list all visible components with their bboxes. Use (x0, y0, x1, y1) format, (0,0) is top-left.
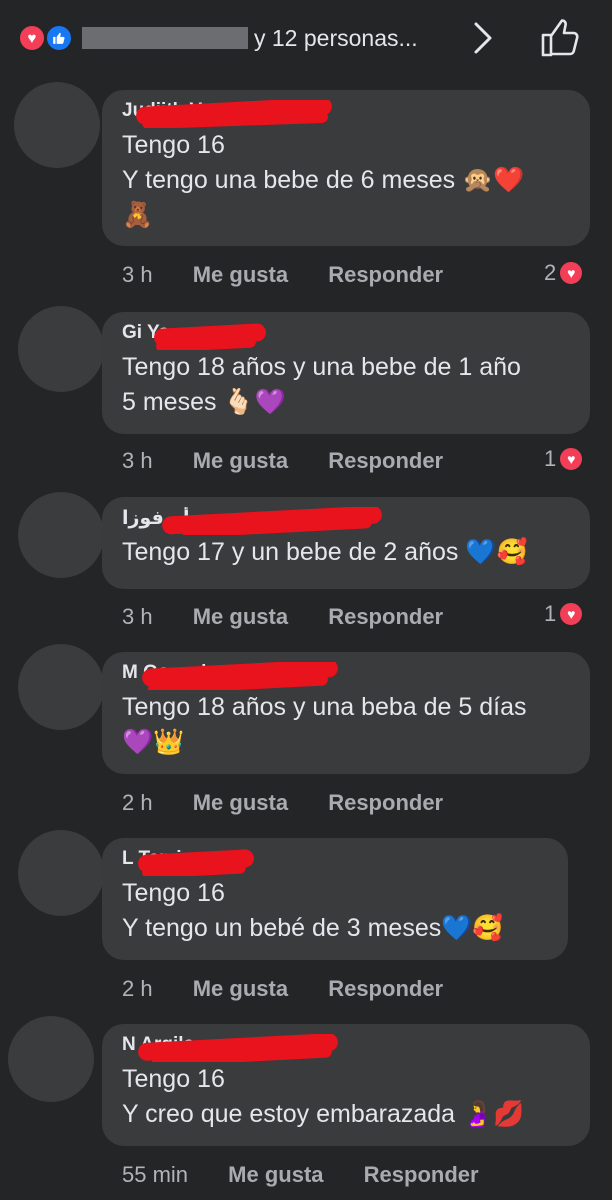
heart-icon: ♥ (558, 446, 585, 472)
comment-time: 2 h (122, 790, 153, 815)
comment-time: 2 h (122, 976, 153, 1001)
avatar[interactable] (18, 644, 104, 730)
comment-bubble[interactable]: Gi Ya Tengo 18 años y una bebe de 1 año … (102, 312, 590, 434)
reaction-count[interactable]: 2 ♥ (544, 260, 585, 286)
reactions-bar[interactable]: ♥ y 12 personas... (0, 0, 612, 78)
heart-icon: ♥ (558, 601, 585, 627)
comment-actions: 2 h Me gusta Responder (122, 976, 477, 1002)
comment-actions: 55 min Me gusta Responder (122, 1162, 513, 1188)
comment-author[interactable]: أم فوزا (122, 507, 570, 535)
love-reaction-icon: ♥ (18, 24, 46, 52)
comment-bubble[interactable]: أم فوزا Tengo 17 y un bebe de 2 años 💙🥰 (102, 497, 590, 589)
comment-bubble[interactable]: L Tami Tengo 16 Y tengo un bebé de 3 mes… (102, 838, 568, 960)
like-button[interactable]: Me gusta (193, 604, 288, 629)
reply-button[interactable]: Responder (328, 790, 443, 815)
reply-button[interactable]: Responder (364, 1162, 479, 1187)
comment-bubble[interactable]: Judiith Vasquez Tengo 16 Y tengo una beb… (102, 90, 590, 246)
like-reaction-icon (45, 24, 73, 52)
chevron-right-icon[interactable] (470, 20, 496, 56)
comment-text-line: Tengo 16 (122, 131, 225, 159)
comment-text-line: Tengo 16 (122, 879, 225, 907)
comment-time: 3 h (122, 448, 153, 473)
reaction-count[interactable]: 1 ♥ (544, 446, 585, 472)
comment-text-line: Y tengo un bebé de 3 meses💙🥰 (122, 914, 504, 942)
comment-text-line: Tengo 18 años y una beba de 5 días (122, 693, 527, 721)
comment-time: 55 min (122, 1162, 189, 1187)
comment-time: 3 h (122, 604, 153, 629)
avatar[interactable] (14, 82, 100, 168)
comment-bubble[interactable]: M Gonzalez Tengo 18 años y una beba de 5… (102, 652, 590, 774)
avatar[interactable] (8, 1016, 94, 1102)
like-button[interactable]: Me gusta (193, 976, 288, 1001)
reply-button[interactable]: Responder (328, 448, 443, 473)
comment-text-line: Y creo que estoy embarazada 🤰💋 (122, 1100, 525, 1128)
comment-author[interactable]: Judiith Vasquez (122, 100, 570, 128)
comment-actions: 2 h Me gusta Responder (122, 790, 477, 816)
like-button[interactable]: Me gusta (193, 448, 288, 473)
comment-text-line: Tengo 18 años y una bebe de 1 año (122, 353, 521, 381)
heart-icon: ♥ (558, 260, 585, 286)
comment-text-line: Tengo 17 y un bebe de 2 años 💙🥰 (122, 538, 528, 566)
comment-actions: 3 h Me gusta Responder (122, 604, 477, 630)
comment-actions: 3 h Me gusta Responder (122, 262, 477, 288)
comment-bubble[interactable]: N Argila Tengo 16 Y creo que estoy embar… (102, 1024, 590, 1146)
reply-button[interactable]: Responder (328, 976, 443, 1001)
avatar[interactable] (18, 306, 104, 392)
comment-author[interactable]: M Gonzalez (122, 662, 570, 690)
like-button[interactable]: Me gusta (228, 1162, 323, 1187)
comment-actions: 3 h Me gusta Responder (122, 448, 477, 474)
like-button[interactable]: Me gusta (193, 790, 288, 815)
reply-button[interactable]: Responder (328, 262, 443, 287)
avatar[interactable] (18, 492, 104, 578)
reactors-summary[interactable]: y 12 personas... (254, 25, 418, 52)
reply-button[interactable]: Responder (328, 604, 443, 629)
comment-text-line: 5 meses 🫰🏻💜 (122, 388, 286, 416)
reaction-count-number: 2 (544, 260, 557, 285)
reaction-count[interactable]: 1 ♥ (544, 601, 585, 627)
comment-time: 3 h (122, 262, 153, 287)
reaction-count-number: 1 (544, 446, 557, 471)
comment-text-line: Tengo 16 (122, 1065, 225, 1093)
comment-text-line: Y tengo una bebe de 6 meses 🙊❤️ (122, 166, 525, 194)
comment-text-line: 🧸 (122, 201, 154, 229)
comment-author[interactable]: L Tami (122, 848, 548, 876)
comment-text-line: 💜👑 (122, 728, 185, 756)
reactor-name-redacted (82, 27, 248, 49)
thumbs-up-icon[interactable] (538, 16, 582, 60)
comment-author[interactable]: Gi Ya (122, 322, 570, 350)
like-button[interactable]: Me gusta (193, 262, 288, 287)
comment-author[interactable]: N Argila (122, 1034, 570, 1062)
reaction-count-number: 1 (544, 601, 557, 626)
avatar[interactable] (18, 830, 104, 916)
